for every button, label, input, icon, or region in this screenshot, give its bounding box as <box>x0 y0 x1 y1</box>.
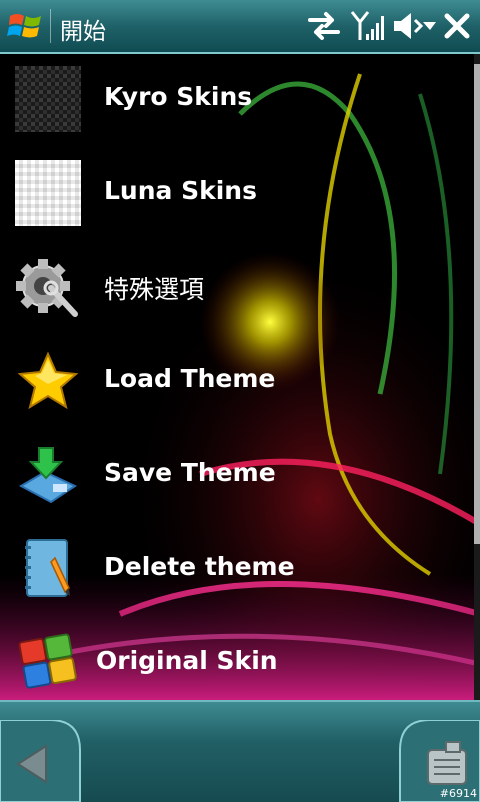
save-download-icon <box>18 447 78 504</box>
back-arrow-icon[interactable] <box>0 720 82 802</box>
menu-item-load-theme[interactable]: Load Theme <box>0 336 476 430</box>
menu-item-original-skin[interactable]: Original Skin <box>0 618 476 712</box>
close-icon[interactable] <box>444 10 470 42</box>
menu-item-delete-theme[interactable]: Delete theme <box>0 524 476 618</box>
menu-item-special-options[interactable]: 特殊選項 <box>0 242 476 336</box>
windows-start-icon[interactable] <box>6 8 46 44</box>
notebook-pencil-icon <box>25 539 70 597</box>
menu-item-save-theme[interactable]: Save Theme <box>0 430 476 524</box>
menu-item-label: Kyro Skins <box>104 82 253 111</box>
volume-icon[interactable] <box>392 10 436 42</box>
menu-item-kyro-skins[interactable]: Kyro Skins <box>0 54 476 148</box>
menu-item-label: 特殊選項 <box>104 275 205 304</box>
menu-item-label: Luna Skins <box>104 176 257 205</box>
settings-gear-icon <box>16 259 78 317</box>
star-icon <box>17 351 79 410</box>
scrollbar[interactable] <box>474 54 480 700</box>
window-title: 開始 <box>60 19 106 45</box>
menu-item-label: Original Skin <box>96 646 278 675</box>
menu-item-label: Delete theme <box>104 552 295 581</box>
scrollbar-thumb[interactable] <box>474 64 480 544</box>
menu-item-luna-skins[interactable]: Luna Skins <box>0 148 476 242</box>
title-bar: 開始 <box>0 0 480 54</box>
watermark: #6914 <box>439 787 477 800</box>
connectivity-arrows-icon[interactable] <box>306 10 342 42</box>
menu-item-label: Load Theme <box>104 364 276 393</box>
softkey-bar: #6914 <box>0 700 480 802</box>
carbon-texture-icon <box>15 66 81 132</box>
title-separator <box>50 9 51 43</box>
white-texture-icon <box>15 160 81 226</box>
signal-strength-icon[interactable] <box>350 10 384 42</box>
menu-item-label: Save Theme <box>104 458 276 487</box>
windows-squares-icon <box>18 633 77 689</box>
